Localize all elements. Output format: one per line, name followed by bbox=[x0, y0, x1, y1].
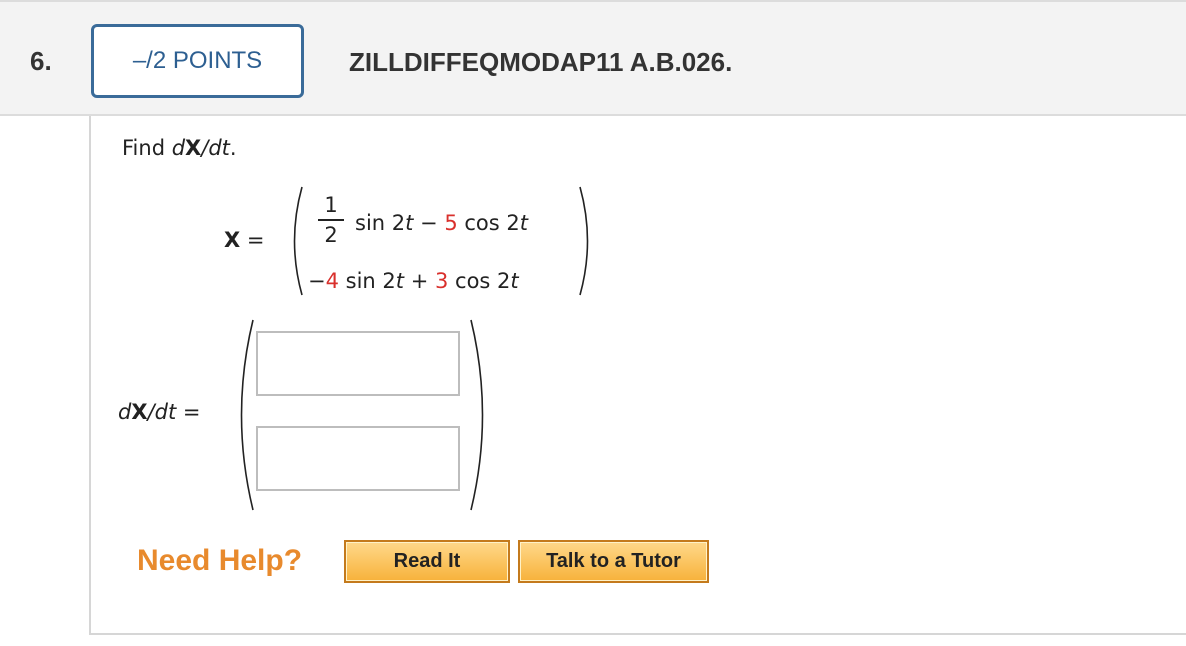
fraction-denominator: 2 bbox=[324, 223, 338, 247]
row2-sin: sin 2 bbox=[338, 269, 396, 293]
row2-coef2: 3 bbox=[434, 269, 449, 293]
points-badge: –/2 POINTS bbox=[91, 24, 304, 98]
answer-label-x: X bbox=[131, 400, 148, 424]
question-number: 6. bbox=[30, 46, 52, 76]
answer-label-dt: /dt bbox=[147, 400, 177, 424]
row2-cos: cos 2 bbox=[448, 269, 511, 293]
prompt-d: d bbox=[171, 136, 186, 160]
row2-sign: − bbox=[308, 269, 326, 293]
row2-t: t bbox=[395, 269, 405, 293]
x-equals: = bbox=[246, 228, 265, 252]
fraction-bar bbox=[318, 219, 344, 221]
answer-left-paren bbox=[240, 319, 254, 511]
prompt-find: Find bbox=[122, 136, 172, 160]
read-it-button[interactable]: Read It bbox=[344, 540, 510, 583]
question-header: 6. –/2 POINTS ZILLDIFFEQMODAP11 A.B.026. bbox=[0, 0, 1186, 116]
row1-minus: − bbox=[413, 211, 445, 235]
answer-label-d: d bbox=[118, 400, 132, 424]
prompt-x: X bbox=[185, 136, 202, 160]
row2-plus: + bbox=[404, 269, 435, 293]
matrix-x-row-1: sin 2t − 5 cos 2t bbox=[355, 211, 528, 235]
row2-coef1: 4 bbox=[325, 269, 339, 293]
need-help-label: Need Help? bbox=[137, 544, 303, 577]
matrix-x-label: X = bbox=[224, 228, 265, 252]
question-id: ZILLDIFFEQMODAP11 A.B.026. bbox=[349, 47, 733, 77]
fraction-numerator: 1 bbox=[324, 193, 338, 217]
answer-right-paren bbox=[470, 319, 484, 511]
talk-to-tutor-button[interactable]: Talk to a Tutor bbox=[518, 540, 709, 583]
answer-label: dX/dt = bbox=[118, 400, 200, 424]
row1-coef: 5 bbox=[444, 211, 458, 235]
answer-input-row-2[interactable] bbox=[256, 426, 460, 491]
prompt-period: . bbox=[229, 136, 237, 160]
answer-input-row-1[interactable] bbox=[256, 331, 460, 396]
row1-cos: cos 2 bbox=[457, 211, 520, 235]
row1-sin: sin 2 bbox=[355, 211, 406, 235]
prompt-dt: /dt bbox=[201, 136, 230, 160]
row1-t2: t bbox=[519, 211, 528, 235]
row2-t2: t bbox=[510, 269, 519, 293]
answer-label-equals: = bbox=[182, 400, 201, 424]
matrix-x-left-paren bbox=[293, 186, 303, 296]
x-symbol: X bbox=[224, 228, 241, 252]
fraction-one-half: 1 2 bbox=[318, 193, 344, 247]
matrix-x-row-2: −4 sin 2t + 3 cos 2t bbox=[308, 269, 519, 293]
matrix-x-right-paren bbox=[579, 186, 589, 296]
question-prompt: Find dX/dt. bbox=[122, 136, 237, 160]
